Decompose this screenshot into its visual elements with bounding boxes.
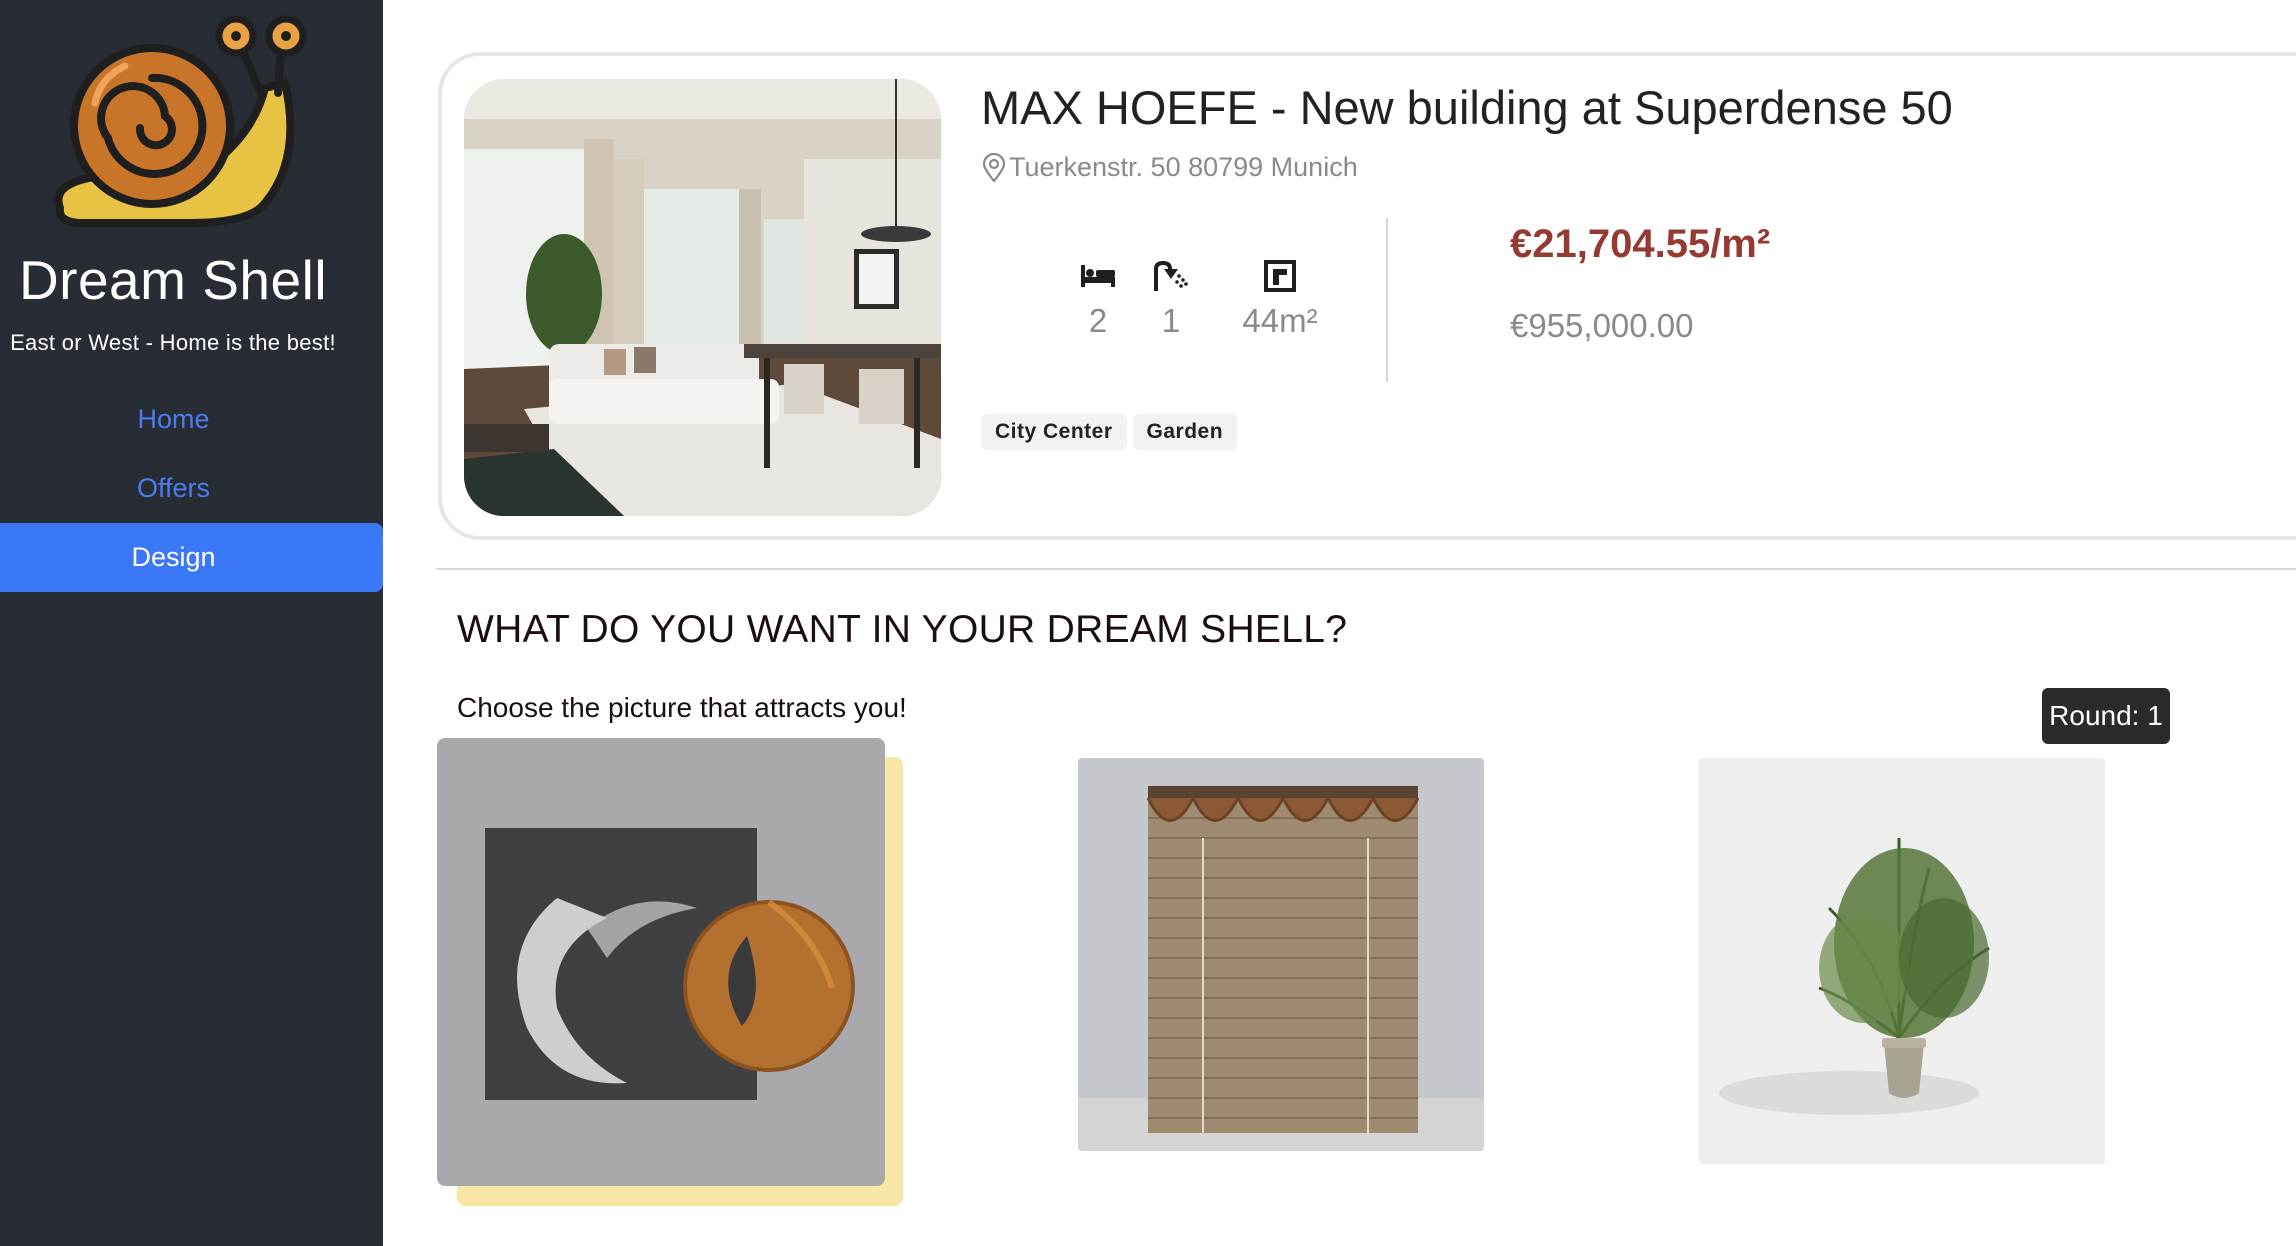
design-subheading: Choose the picture that attracts you! [457, 692, 907, 723]
sidebar: Dream Shell East or West - Home is the b… [0, 0, 383, 1246]
tag-city-center: City Center [981, 414, 1127, 450]
nav-item-home[interactable]: Home [0, 385, 383, 454]
price-per-sqm: €21,704.55/m² [1510, 222, 1771, 266]
bed-icon [1081, 265, 1115, 287]
address-text: Tuerkenstr. 50 80799 Munich [1009, 152, 1358, 182]
listing-photo [464, 79, 941, 516]
section-divider [436, 568, 2296, 570]
bamboo-blind-image[interactable] [1078, 758, 1484, 1151]
area-value: 44m² [1242, 302, 1318, 339]
bedrooms-value: 2 [1088, 302, 1108, 339]
shower-icon [1154, 261, 1188, 291]
sidebar-nav: Home Offers Design [0, 385, 383, 592]
round-badge: Round: 1 [2042, 688, 2170, 744]
bathrooms-value: 1 [1161, 302, 1181, 339]
floor-plan-icon [1264, 260, 1296, 292]
tag-garden: Garden [1132, 414, 1238, 450]
abstract-art-image[interactable] [437, 738, 885, 1186]
listing-tags: City Center Garden [981, 414, 1238, 450]
brand-title: Dream Shell [18, 249, 328, 311]
design-heading: WHAT DO YOU WANT IN YOUR DREAM SHELL? [457, 608, 1348, 651]
location-pin-icon [982, 152, 1006, 183]
snail-logo-icon [40, 8, 310, 233]
brand-tagline: East or West - Home is the best! [10, 330, 336, 355]
listing-title: MAX HOEFE - New building at Superdense 5… [981, 81, 1953, 134]
nav-item-offers[interactable]: Offers [0, 454, 383, 523]
stats-divider [1386, 218, 1388, 382]
bedrooms-stat: 2 [1058, 258, 1138, 340]
nav-item-design[interactable]: Design [0, 523, 383, 592]
potted-palm-image[interactable] [1699, 758, 2105, 1164]
bathrooms-stat: 1 [1131, 258, 1211, 340]
area-stat: 44m² [1215, 258, 1345, 340]
price-total: €955,000.00 [1510, 307, 1694, 344]
listing-address: Tuerkenstr. 50 80799 Munich [981, 152, 1358, 183]
